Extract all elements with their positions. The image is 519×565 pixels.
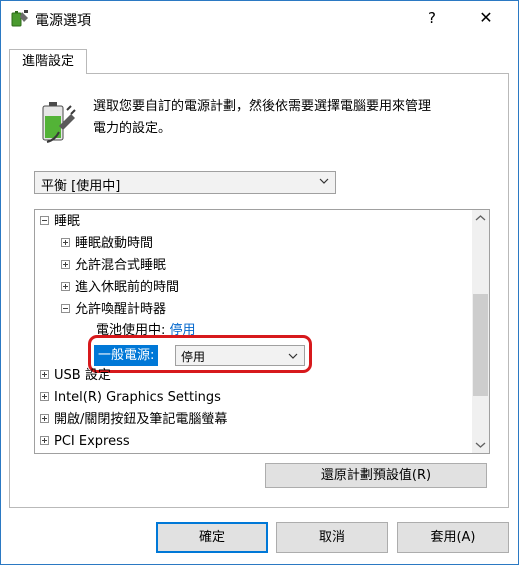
description-line-2: 電力的設定。 xyxy=(93,121,172,136)
expand-icon[interactable] xyxy=(40,392,49,401)
description: 選取您要自訂的電源計劃，然後依需要選擇電腦要用來管理 電力的設定。 xyxy=(93,96,493,140)
tree-item-label: 睡眠 xyxy=(54,214,81,229)
chevron-down-icon xyxy=(288,353,298,359)
ok-button[interactable]: 確定 xyxy=(156,522,268,553)
close-button[interactable]: ✕ xyxy=(463,1,509,35)
restore-plan-defaults-button[interactable]: 還原計劃預設值(R) xyxy=(265,463,487,488)
tab-advanced-settings[interactable]: 進階設定 xyxy=(9,49,87,74)
settings-panel: 選取您要自訂的電源計劃，然後依需要選擇電腦要用來管理 電力的設定。 平衡 [使用… xyxy=(9,73,509,508)
window-title: 電源選項 xyxy=(35,13,91,29)
scroll-down-icon[interactable] xyxy=(472,436,489,453)
collapse-icon[interactable] xyxy=(40,216,49,225)
settings-tree[interactable]: 睡眠 睡眠啟動時間 允許混合式睡眠 進入休眠前的時間 允許喚醒計時器 電池使用中… xyxy=(34,209,490,454)
tree-item-label: 允許喚醒計時器 xyxy=(75,302,167,317)
expand-icon[interactable] xyxy=(40,414,49,423)
tree-item-label: 睡眠啟動時間 xyxy=(75,236,154,251)
expand-icon[interactable] xyxy=(61,282,70,291)
expand-icon[interactable] xyxy=(40,370,49,379)
tree-item-label: USB 設定 xyxy=(54,368,111,383)
tree-item-label: 進入休眠前的時間 xyxy=(75,280,180,295)
chevron-down-icon xyxy=(319,178,329,184)
help-button[interactable]: ? xyxy=(412,1,452,35)
vertical-scrollbar[interactable] xyxy=(472,210,489,453)
on-battery-value-link[interactable]: 停用 xyxy=(170,323,196,338)
plugged-in-value: 停用 xyxy=(181,350,206,364)
on-battery-label: 電池使用中: xyxy=(96,323,166,338)
power-options-icon xyxy=(11,10,28,27)
scrollbar-thumb[interactable] xyxy=(473,294,488,396)
power-options-dialog: 電源選項 ? ✕ 進階設定 選取您要自訂的電源計劃，然後依需要選擇電腦要用來管理… xyxy=(0,0,519,565)
plugged-in-dropdown[interactable]: 停用 xyxy=(175,345,305,366)
expand-icon[interactable] xyxy=(61,238,70,247)
tree-item-on-battery[interactable]: 電池使用中: 停用 xyxy=(96,320,196,342)
tree-item-label: Intel(R) Graphics Settings xyxy=(54,390,221,405)
expand-icon[interactable] xyxy=(61,260,70,269)
power-plan-value: 平衡 [使用中] xyxy=(41,179,121,194)
cancel-button[interactable]: 取消 xyxy=(276,522,388,553)
scroll-up-icon[interactable] xyxy=(472,210,489,227)
tree-item-label: 開啟/關閉按鈕及筆記電腦螢幕 xyxy=(54,412,228,427)
expand-icon[interactable] xyxy=(40,436,49,445)
tree-item-label: 允許混合式睡眠 xyxy=(75,258,167,273)
power-plan-dropdown[interactable]: 平衡 [使用中] xyxy=(34,171,336,194)
title-bar: 電源選項 ? ✕ xyxy=(1,1,518,35)
battery-plug-icon xyxy=(42,102,76,143)
description-line-1: 選取您要自訂的電源計劃，然後依需要選擇電腦要用來管理 xyxy=(93,99,432,114)
collapse-icon[interactable] xyxy=(61,304,70,313)
tree-item-label: PCI Express xyxy=(54,434,130,449)
apply-button[interactable]: 套用(A) xyxy=(397,522,509,553)
plugged-in-label: 一般電源: xyxy=(94,345,159,366)
